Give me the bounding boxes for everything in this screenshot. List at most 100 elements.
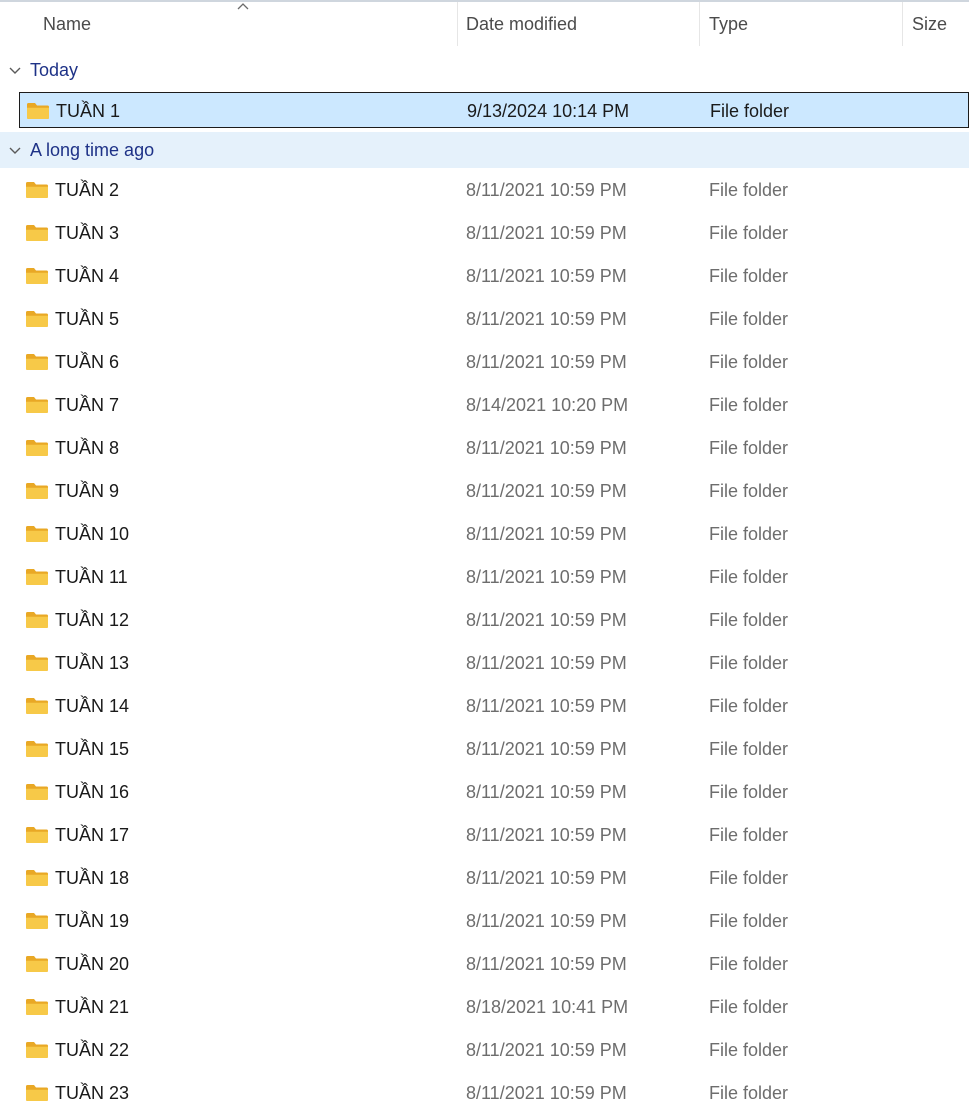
group-header[interactable]: A long time ago bbox=[0, 132, 969, 168]
item-type: File folder bbox=[709, 395, 789, 415]
folder-icon bbox=[25, 567, 49, 586]
list-item[interactable]: TUẦN 18 8/11/2021 10:59 PM File folder bbox=[19, 860, 969, 896]
item-date-modified: 8/11/2021 10:59 PM bbox=[466, 954, 627, 974]
list-item[interactable]: TUẦN 4 8/11/2021 10:59 PM File folder bbox=[19, 258, 969, 294]
column-divider[interactable] bbox=[699, 2, 700, 46]
item-date-modified: 8/11/2021 10:59 PM bbox=[466, 567, 627, 587]
item-date-modified: 8/11/2021 10:59 PM bbox=[466, 352, 627, 372]
item-type: File folder bbox=[709, 868, 789, 888]
item-date-modified: 8/11/2021 10:59 PM bbox=[466, 653, 627, 673]
item-name: TUẦN 3 bbox=[55, 223, 120, 243]
list-item[interactable]: TUẦN 6 8/11/2021 10:59 PM File folder bbox=[19, 344, 969, 380]
item-type: File folder bbox=[709, 1040, 789, 1060]
item-date-modified: 8/11/2021 10:59 PM bbox=[466, 911, 627, 931]
item-type: File folder bbox=[709, 180, 789, 200]
item-type: File folder bbox=[709, 739, 789, 759]
item-type: File folder bbox=[710, 101, 790, 121]
item-name: TUẦN 2 bbox=[55, 180, 120, 200]
folder-icon bbox=[25, 524, 49, 543]
item-name: TUẦN 21 bbox=[55, 997, 130, 1017]
column-header-type[interactable]: Type bbox=[709, 2, 899, 46]
item-name: TUẦN 17 bbox=[55, 825, 130, 845]
item-type: File folder bbox=[709, 696, 789, 716]
item-date-modified: 8/11/2021 10:59 PM bbox=[466, 696, 627, 716]
item-type: File folder bbox=[709, 481, 789, 501]
list-item[interactable]: TUẦN 21 8/18/2021 10:41 PM File folder bbox=[19, 989, 969, 1025]
item-name: TUẦN 1 bbox=[56, 101, 121, 121]
item-name: TUẦN 15 bbox=[55, 739, 130, 759]
group-label: Today bbox=[30, 60, 79, 80]
list-item[interactable]: TUẦN 16 8/11/2021 10:59 PM File folder bbox=[19, 774, 969, 810]
item-date-modified: 8/11/2021 10:59 PM bbox=[466, 481, 627, 501]
list-item[interactable]: TUẦN 3 8/11/2021 10:59 PM File folder bbox=[19, 215, 969, 251]
folder-icon bbox=[25, 266, 49, 285]
item-type: File folder bbox=[709, 438, 789, 458]
group-label: A long time ago bbox=[30, 140, 155, 160]
item-name: TUẦN 13 bbox=[55, 653, 130, 673]
list-item[interactable]: TUẦN 23 8/11/2021 10:59 PM File folder bbox=[19, 1075, 969, 1111]
item-date-modified: 8/11/2021 10:59 PM bbox=[466, 223, 627, 243]
list-item[interactable]: TUẦN 17 8/11/2021 10:59 PM File folder bbox=[19, 817, 969, 853]
folder-icon bbox=[25, 180, 49, 199]
list-item[interactable]: TUẦN 22 8/11/2021 10:59 PM File folder bbox=[19, 1032, 969, 1068]
item-type: File folder bbox=[709, 825, 789, 845]
column-header-size[interactable]: Size bbox=[912, 2, 969, 46]
list-item[interactable]: TUẦN 20 8/11/2021 10:59 PM File folder bbox=[19, 946, 969, 982]
folder-icon bbox=[25, 309, 49, 328]
list-item[interactable]: TUẦN 19 8/11/2021 10:59 PM File folder bbox=[19, 903, 969, 939]
item-type: File folder bbox=[709, 911, 789, 931]
item-date-modified: 8/11/2021 10:59 PM bbox=[466, 1040, 627, 1060]
column-divider[interactable] bbox=[457, 2, 458, 46]
folder-icon bbox=[25, 1040, 49, 1059]
item-type: File folder bbox=[709, 223, 789, 243]
folder-icon bbox=[25, 696, 49, 715]
item-date-modified: 8/11/2021 10:59 PM bbox=[466, 309, 627, 329]
list-item[interactable]: TUẦN 7 8/14/2021 10:20 PM File folder bbox=[19, 387, 969, 423]
folder-icon bbox=[25, 438, 49, 457]
column-divider[interactable] bbox=[902, 2, 903, 46]
item-date-modified: 8/11/2021 10:59 PM bbox=[466, 610, 627, 630]
list-item[interactable]: TUẦN 15 8/11/2021 10:59 PM File folder bbox=[19, 731, 969, 767]
item-type: File folder bbox=[709, 1083, 789, 1103]
chevron-down-icon[interactable] bbox=[8, 143, 22, 154]
item-type: File folder bbox=[709, 524, 789, 544]
column-header-name[interactable]: Name bbox=[43, 2, 455, 46]
group-header[interactable]: Today bbox=[0, 52, 969, 88]
item-date-modified: 8/11/2021 10:59 PM bbox=[466, 868, 627, 888]
list-item[interactable]: TUẦN 1 9/13/2024 10:14 PM File folder bbox=[19, 92, 969, 128]
item-date-modified: 8/11/2021 10:59 PM bbox=[466, 825, 627, 845]
item-type: File folder bbox=[709, 309, 789, 329]
folder-icon bbox=[25, 825, 49, 844]
item-date-modified: 9/13/2024 10:14 PM bbox=[467, 101, 630, 121]
item-type: File folder bbox=[709, 352, 789, 372]
folder-icon bbox=[25, 481, 49, 500]
item-name: TUẦN 10 bbox=[55, 524, 130, 544]
list-item[interactable]: TUẦN 12 8/11/2021 10:59 PM File folder bbox=[19, 602, 969, 638]
folder-icon bbox=[25, 610, 49, 629]
list-item[interactable]: TUẦN 9 8/11/2021 10:59 PM File folder bbox=[19, 473, 969, 509]
item-date-modified: 8/11/2021 10:59 PM bbox=[466, 1083, 627, 1103]
list-item[interactable]: TUẦN 11 8/11/2021 10:59 PM File folder bbox=[19, 559, 969, 595]
list-item[interactable]: TUẦN 8 8/11/2021 10:59 PM File folder bbox=[19, 430, 969, 466]
list-item[interactable]: TUẦN 14 8/11/2021 10:59 PM File folder bbox=[19, 688, 969, 724]
item-name: TUẦN 12 bbox=[55, 610, 130, 630]
item-type: File folder bbox=[709, 266, 789, 286]
item-date-modified: 8/14/2021 10:20 PM bbox=[466, 395, 629, 415]
folder-icon bbox=[25, 954, 49, 973]
item-name: TUẦN 18 bbox=[55, 868, 130, 888]
list-item[interactable]: TUẦN 2 8/11/2021 10:59 PM File folder bbox=[19, 172, 969, 208]
item-name: TUẦN 11 bbox=[55, 567, 128, 587]
item-type: File folder bbox=[709, 782, 789, 802]
item-name: TUẦN 16 bbox=[55, 782, 130, 802]
folder-icon bbox=[25, 352, 49, 371]
chevron-down-icon[interactable] bbox=[8, 63, 22, 74]
list-item[interactable]: TUẦN 13 8/11/2021 10:59 PM File folder bbox=[19, 645, 969, 681]
list-item[interactable]: TUẦN 10 8/11/2021 10:59 PM File folder bbox=[19, 516, 969, 552]
item-date-modified: 8/11/2021 10:59 PM bbox=[466, 180, 627, 200]
item-type: File folder bbox=[709, 610, 789, 630]
item-name: TUẦN 6 bbox=[55, 352, 120, 372]
folder-icon bbox=[25, 223, 49, 242]
column-header-date-modified[interactable]: Date modified bbox=[466, 2, 696, 46]
list-item[interactable]: TUẦN 5 8/11/2021 10:59 PM File folder bbox=[19, 301, 969, 337]
item-type: File folder bbox=[709, 997, 789, 1017]
